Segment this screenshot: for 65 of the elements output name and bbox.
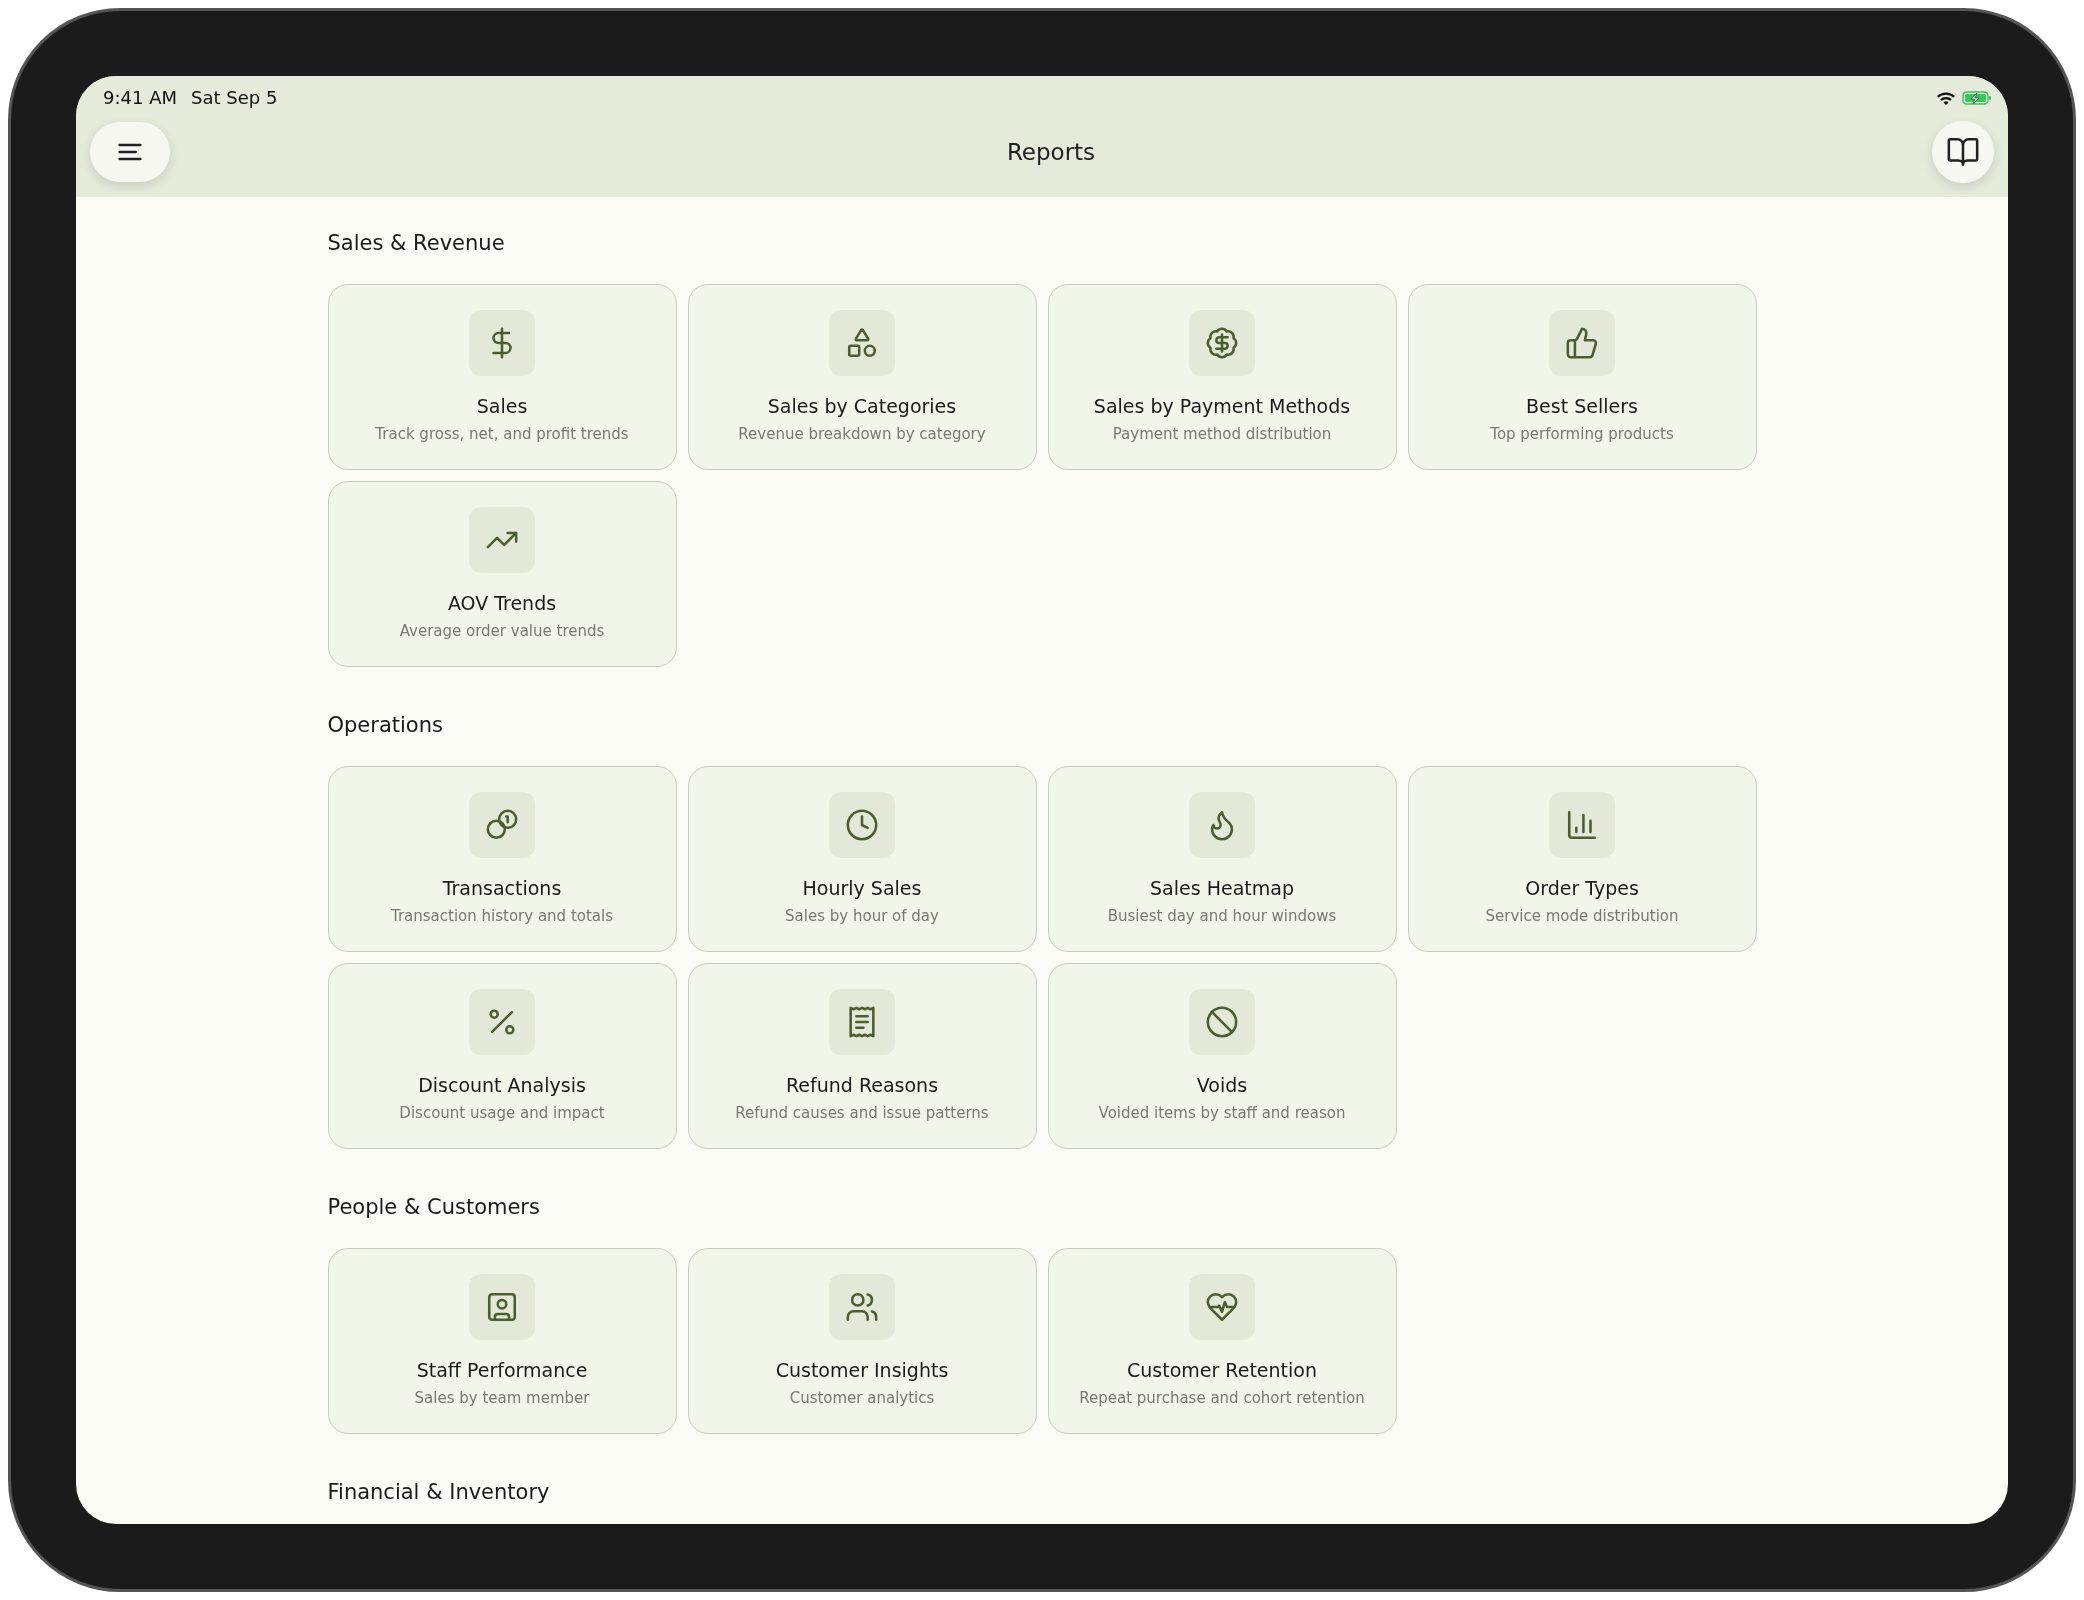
report-title: Staff Performance <box>416 1358 588 1382</box>
status-date: Sat Sep 5 <box>191 86 278 110</box>
report-title: Sales by Categories <box>767 394 957 418</box>
report-title: Sales by Payment Methods <box>1093 394 1351 418</box>
contact-card-icon <box>485 1290 519 1324</box>
dollar-badge-icon <box>1205 326 1239 360</box>
report-card[interactable]: Sales by Payment Methods Payment method distribution <box>1047 284 1397 470</box>
menu-button[interactable] <box>90 121 170 182</box>
report-description: Busiest day and hour windows <box>1107 906 1337 926</box>
shapes-icon <box>845 326 879 360</box>
guide-button[interactable] <box>1932 120 1994 183</box>
clock-icon <box>845 808 879 842</box>
report-card[interactable]: Voids Voided items by staff and reason <box>1047 963 1397 1149</box>
report-description: Revenue breakdown by category <box>738 424 986 444</box>
page-title: Reports <box>1006 138 1096 165</box>
report-title: Customer Insights <box>775 1358 949 1382</box>
report-card[interactable]: Sales Track gross, net, and profit trends <box>327 284 677 470</box>
report-card[interactable]: Sales Heatmap Busiest day and hour windows <box>1047 766 1397 952</box>
report-card[interactable]: Hourly Sales Sales by hour of day <box>687 766 1037 952</box>
people-icon <box>845 1290 879 1324</box>
report-description: Sales by hour of day <box>785 906 939 926</box>
thumbs-up-icon <box>1565 326 1599 360</box>
report-description: Refund causes and issue patterns <box>735 1103 989 1123</box>
report-title: Order Types <box>1525 876 1639 900</box>
section-heading: People & Customers <box>327 1194 541 1221</box>
wifi-icon <box>1936 91 1956 105</box>
report-title: Sales Heatmap <box>1150 876 1294 900</box>
report-title: Voids <box>1196 1073 1248 1097</box>
report-card[interactable]: Order Types Service mode distribution <box>1407 766 1757 952</box>
section-heading: Operations <box>327 712 444 739</box>
report-title: Transactions <box>442 876 562 900</box>
no-entry-icon <box>1205 1005 1239 1039</box>
report-description: Payment method distribution <box>1112 424 1332 444</box>
section-heading: Financial & Inventory <box>327 1479 551 1506</box>
report-card[interactable]: Discount Analysis Discount usage and impact <box>327 963 677 1149</box>
report-title: Hourly Sales <box>802 876 922 900</box>
report-card[interactable]: Staff Performance Sales by team member <box>327 1248 677 1434</box>
report-card[interactable]: Customer Retention Repeat purchase and cohort retention <box>1047 1248 1397 1434</box>
report-description: Repeat purchase and cohort retention <box>1079 1388 1365 1408</box>
report-description: Transaction history and totals <box>390 906 613 926</box>
report-description: Customer analytics <box>789 1388 935 1408</box>
report-card[interactable]: AOV Trends Average order value trends <box>327 481 677 667</box>
report-description: Average order value trends <box>399 621 605 641</box>
bar-chart-icon <box>1565 808 1599 842</box>
report-description: Service mode distribution <box>1485 906 1679 926</box>
report-card[interactable]: Transactions Transaction history and totals <box>327 766 677 952</box>
report-card[interactable]: Refund Reasons Refund causes and issue patterns <box>687 963 1037 1149</box>
heart-pulse-icon <box>1205 1290 1239 1324</box>
report-card[interactable]: Customer Insights Customer analytics <box>687 1248 1037 1434</box>
report-description: Discount usage and impact <box>399 1103 605 1123</box>
report-title: AOV Trends <box>447 591 557 615</box>
report-title: Customer Retention <box>1127 1358 1317 1382</box>
coins-icon <box>485 808 519 842</box>
report-description: Voided items by staff and reason <box>1098 1103 1346 1123</box>
report-card[interactable]: Best Sellers Top performing products <box>1407 284 1757 470</box>
report-title: Best Sellers <box>1526 394 1638 418</box>
status-time: 9:41 AM <box>103 86 177 110</box>
report-card[interactable]: Sales by Categories Revenue breakdown by category <box>687 284 1037 470</box>
report-title: Sales <box>476 394 528 418</box>
report-title: Refund Reasons <box>785 1073 939 1097</box>
report-description: Top performing products <box>1490 424 1674 444</box>
report-title: Discount Analysis <box>418 1073 586 1097</box>
section-heading: Sales & Revenue <box>327 230 506 257</box>
report-description: Sales by team member <box>414 1388 590 1408</box>
report-description: Track gross, net, and profit trends <box>375 424 629 444</box>
